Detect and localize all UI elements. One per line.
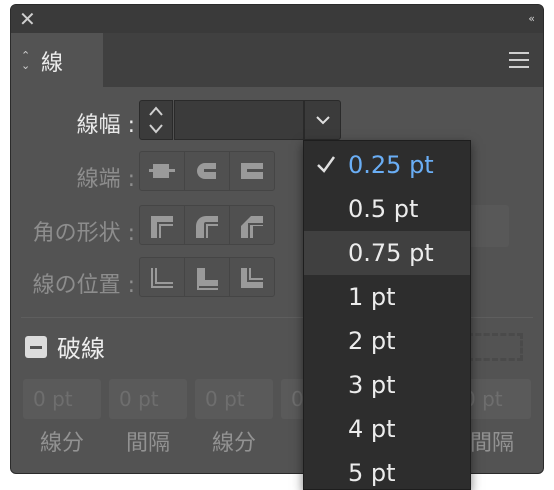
close-icon[interactable]: ✕ [19,7,36,31]
dropdown-option[interactable]: 0.25 pt [304,143,470,187]
dashed-line-label: 破線 [57,335,105,363]
align-button-group [139,257,275,297]
dropdown-option-label: 0.75 pt [348,239,434,267]
dropdown-option[interactable]: 1 pt [304,275,470,319]
dash-caption-2: 線分 [211,431,256,456]
cap-label: 線端 : [76,167,135,192]
stroke-weight-dropdown: 0.25 pt 0.5 pt 0.75 pt 1 pt 2 pt 3 pt 4 … [303,140,471,490]
stroke-weight-label: 線幅 : [76,113,135,138]
panel-titlebar: ✕ ‹‹ [11,5,543,33]
dash-preview-icon[interactable] [467,333,523,361]
checkmark-icon [317,156,336,173]
tab-label: 線 [41,51,64,76]
corner-label: 角の形状 : [32,221,135,246]
projecting-cap-button[interactable] [230,152,274,190]
dropdown-option-label: 3 pt [348,371,396,399]
align-center-icon [151,268,173,288]
collapse-icon[interactable]: ‹‹ [528,9,535,29]
tab-bar: ⌃ ⌄ 線 [11,33,543,89]
dashed-line-checkbox[interactable] [25,336,47,358]
dropdown-option[interactable]: 4 pt [304,407,470,451]
projecting-cap-icon [241,163,265,179]
dropdown-option-label: 4 pt [348,415,396,443]
dropdown-option-label: 2 pt [348,327,396,355]
round-join-icon [196,216,218,238]
dropdown-option-label: 1 pt [348,283,396,311]
align-outside-icon [241,268,263,288]
dropdown-option[interactable]: 2 pt [304,319,470,363]
round-join-button[interactable] [185,206,230,244]
chevron-down-icon [316,116,330,125]
cap-button-group [139,151,275,191]
dash-caption-1: 線分 [39,431,84,456]
round-cap-icon [197,163,220,179]
dash-field-2[interactable]: 0 pt [195,379,273,419]
dropdown-option-label: 0.25 pt [348,151,434,179]
bevel-join-icon [241,216,263,238]
stroke-weight-input[interactable] [174,100,304,140]
dropdown-option-label: 5 pt [348,459,396,487]
butt-cap-button[interactable] [140,152,185,190]
spinner-up-icon[interactable] [148,105,164,117]
dropdown-option[interactable]: 0.75 pt [304,231,470,275]
stroke-weight-stepper[interactable] [139,100,173,140]
round-cap-button[interactable] [185,152,230,190]
miter-join-icon [151,216,173,238]
corner-button-group [139,205,275,245]
tab-arrows-icon: ⌃ ⌄ [21,49,31,72]
dropdown-option[interactable]: 3 pt [304,363,470,407]
stroke-weight-dropdown-button[interactable] [304,100,341,140]
align-inside-icon [197,268,218,290]
align-inside-button[interactable] [185,258,230,296]
dropdown-option-label: 0.5 pt [348,195,419,223]
align-center-button[interactable] [140,258,185,296]
dropdown-option[interactable]: 5 pt [304,451,470,489]
dash-field-1[interactable]: 0 pt [23,379,101,419]
gap-field-1[interactable]: 0 pt [109,379,187,419]
bevel-join-button[interactable] [230,206,274,244]
tab-stroke[interactable]: ⌃ ⌄ 線 [11,33,103,89]
align-label: 線の位置 : [32,273,135,298]
align-outside-button[interactable] [230,258,274,296]
miter-join-button[interactable] [140,206,185,244]
dropdown-option[interactable]: 0.5 pt [304,187,470,231]
gap-caption-1: 間隔 [125,431,170,456]
menu-icon[interactable] [509,52,529,73]
butt-cap-icon [149,164,175,178]
spinner-down-icon[interactable] [148,123,164,135]
